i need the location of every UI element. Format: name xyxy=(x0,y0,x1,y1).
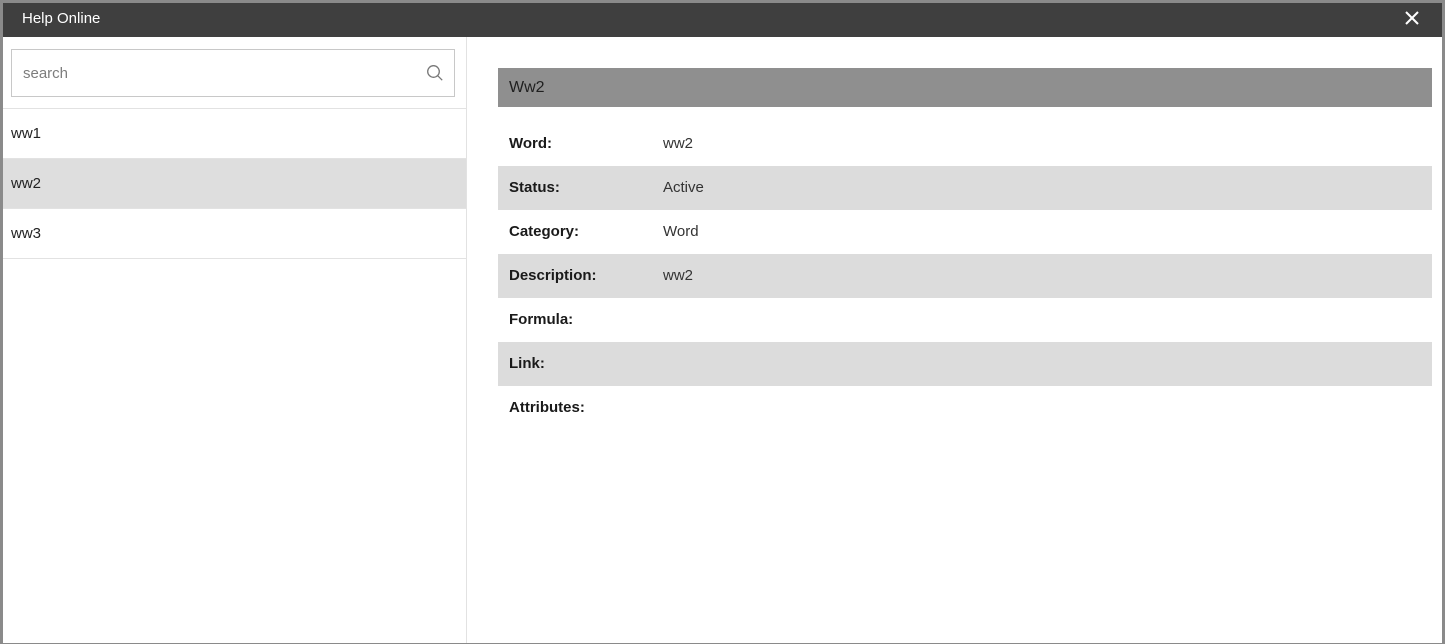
help-online-window: Help Online ww1 ww2 ww3 Ww2 Word: ww2 xyxy=(3,3,1442,643)
detail-label: Word: xyxy=(509,135,553,152)
detail-label: Category: xyxy=(509,223,580,240)
detail-row-category: Category: Word xyxy=(498,210,1432,254)
detail-row-word: Word: ww2 xyxy=(498,122,1432,166)
detail-value: Word xyxy=(663,223,699,240)
list-item[interactable]: ww1 xyxy=(3,109,466,159)
detail-row-description: Description: ww2 xyxy=(498,254,1432,298)
search-box xyxy=(11,49,455,97)
detail-label: Link: xyxy=(509,355,545,372)
detail-value: ww2 xyxy=(663,135,694,152)
sidebar: ww1 ww2 ww3 xyxy=(3,37,467,643)
detail-label: Description: xyxy=(509,267,597,284)
list-item[interactable]: ww2 xyxy=(3,159,466,209)
close-button[interactable] xyxy=(1404,10,1420,26)
list-item[interactable]: ww3 xyxy=(3,209,466,259)
detail-label: Attributes: xyxy=(509,399,585,416)
detail-row-status: Status: Active xyxy=(498,166,1432,210)
window-title: Help Online xyxy=(22,10,101,27)
title-bar: Help Online xyxy=(3,3,1442,37)
detail-row-formula: Formula: xyxy=(498,298,1432,342)
detail-label: Status: xyxy=(509,179,560,196)
detail-row-link: Link: xyxy=(498,342,1432,386)
detail-value: Active xyxy=(663,179,704,196)
search-icon[interactable] xyxy=(426,64,444,82)
detail-title: Ww2 xyxy=(498,68,1432,107)
detail-panel: Ww2 Word: ww2 Status: Active Category: W… xyxy=(498,68,1432,430)
close-icon xyxy=(1405,11,1419,25)
word-list: ww1 ww2 ww3 xyxy=(3,108,466,259)
search-input[interactable] xyxy=(23,50,413,96)
detail-label: Formula: xyxy=(509,311,574,328)
detail-value: ww2 xyxy=(663,267,694,284)
detail-row-attributes: Attributes: xyxy=(498,386,1432,430)
